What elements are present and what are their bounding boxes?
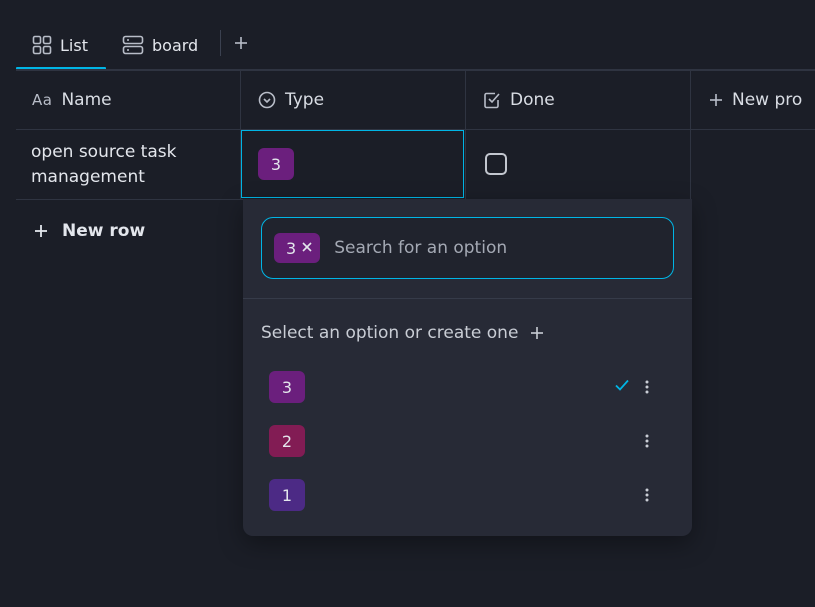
board-icon [122,35,144,55]
option-item[interactable]: 2 [259,419,676,463]
selected-option-chip-label: 3 [286,238,297,258]
select-circle-icon [258,91,276,109]
select-option-popover: 3 Select an option or create one 3 2 1 [243,199,692,536]
checkbox-icon [483,91,501,109]
new-row-label: New row [62,221,146,241]
grid-icon [32,35,52,55]
popover-divider [243,298,692,299]
remove-chip-icon[interactable] [302,240,312,256]
done-checkbox[interactable] [485,153,507,175]
column-header-name[interactable]: Aa Name [32,71,237,129]
create-option-hint[interactable]: Select an option or create one [261,320,544,346]
row-name-cell[interactable]: open source task management [31,140,231,190]
column-divider [690,71,691,200]
option-tag: 3 [269,371,305,403]
column-header-name-label: Name [61,90,112,110]
option-search-input[interactable] [332,237,673,259]
column-header-done-label: Done [510,90,555,110]
tab-board[interactable]: board [122,22,198,68]
tab-list[interactable]: List [32,22,88,68]
check-icon [614,377,630,397]
column-header-done[interactable]: Done [483,71,688,129]
option-item[interactable]: 3 [259,365,676,409]
column-header-type-label: Type [285,90,325,110]
selected-option-chip: 3 [274,233,321,263]
text-type-icon: Aa [32,91,53,109]
plus-icon [234,35,248,54]
tab-board-label: board [152,35,199,55]
plus-icon [34,224,48,238]
more-options-icon[interactable] [640,375,654,399]
new-property-label: New pro [732,90,803,110]
new-property-button[interactable]: New pro [709,71,815,129]
option-item[interactable]: 1 [259,473,676,517]
create-option-hint-label: Select an option or create one [261,323,519,343]
plus-icon [709,93,723,107]
row-type-cell[interactable]: 3 [241,130,464,198]
column-divider [465,71,466,200]
option-tag: 2 [269,425,305,457]
option-tag: 1 [269,479,305,511]
plus-icon [530,326,544,340]
more-options-icon[interactable] [640,483,654,507]
add-view-button[interactable] [230,32,252,56]
new-row-button[interactable]: New row [34,218,145,244]
tab-separator [220,30,221,56]
type-tag: 3 [258,148,294,180]
tab-list-label: List [60,35,88,55]
column-header-type[interactable]: Type [258,71,463,129]
option-search-box[interactable]: 3 [261,217,674,279]
more-options-icon[interactable] [640,429,654,453]
